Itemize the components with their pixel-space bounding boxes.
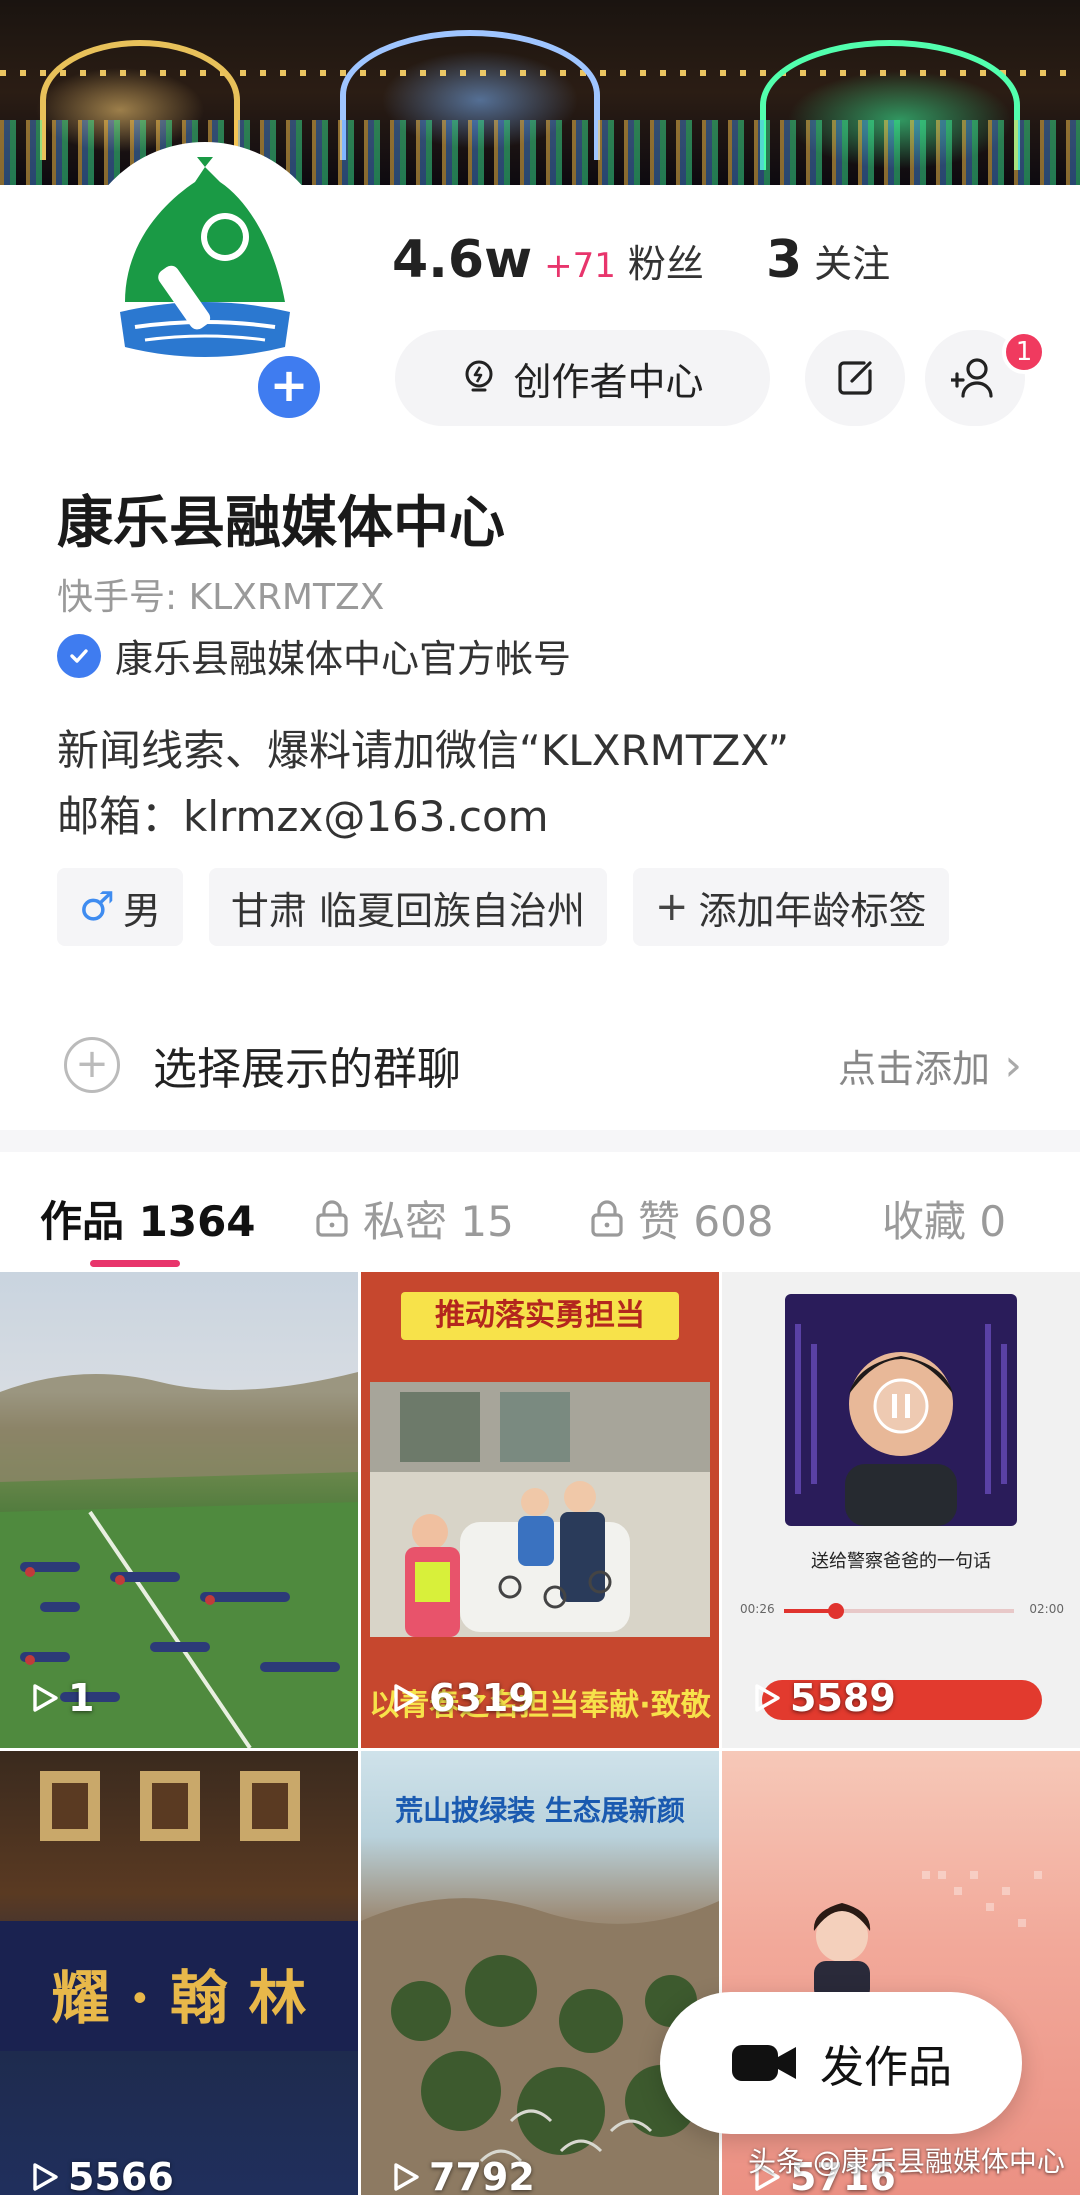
play-count-value: 5589 — [790, 1676, 896, 1720]
play-count: 6319 — [391, 1676, 535, 1720]
thumbnail-image — [370, 1382, 710, 1637]
location-tag[interactable]: 甘肃 临夏回族自治州 — [208, 868, 607, 946]
location-label: 甘肃 临夏回族自治州 — [230, 888, 585, 933]
progress-knob — [828, 1603, 844, 1619]
video-caption: 推动落实勇担当 — [401, 1292, 679, 1340]
watermark: 头条 @康乐县融媒体中心 — [748, 2145, 1065, 2178]
content-tabs: 作品 1364 私密 15 赞 608 收藏 0 — [0, 1152, 1080, 1272]
time-end: 02:00 — [1029, 1602, 1064, 1616]
thumbnail-image — [785, 1294, 1017, 1526]
lock-icon — [591, 1199, 623, 1237]
play-count-value: 5566 — [68, 2155, 174, 2195]
following-count[interactable]: 3 — [766, 230, 802, 290]
bio: 新闻线索、爆料请加微信“KLXRMTZX” 邮箱：klrmzx@163.com — [57, 718, 789, 850]
add-age-tag-button[interactable]: + 添加年龄标签 — [632, 868, 949, 946]
play-count: 5566 — [30, 2155, 174, 2195]
thumbnail-image — [361, 1898, 719, 2195]
plus-circle-icon: + — [64, 1037, 120, 1093]
edit-profile-button[interactable] — [805, 330, 905, 426]
video-caption: 荒山披绿装 生态展新颜 — [395, 1794, 685, 1827]
tab-favorites[interactable]: 收藏 0 — [882, 1188, 1006, 1249]
gender-label: 男 — [122, 888, 161, 933]
active-tab-indicator — [90, 1260, 180, 1267]
video-caption: 耀 · 翰 林 — [51, 1964, 307, 2032]
tab-likes[interactable]: 赞 608 — [590, 1188, 774, 1249]
video-thumbnail[interactable]: 1 — [0, 1272, 358, 1748]
play-icon — [394, 1684, 419, 1712]
account-id[interactable]: 快手号: KLXRMTZX — [57, 568, 384, 620]
verified-row[interactable]: 康乐县融媒体中心官方帐号 — [57, 628, 571, 683]
plus-icon: + — [654, 884, 689, 930]
video-thumbnail[interactable]: 耀 · 翰 林 5566 — [0, 1751, 358, 2195]
tab-private[interactable]: 私密 15 — [315, 1188, 514, 1249]
play-icon — [33, 1684, 58, 1712]
followers-label[interactable]: 粉丝 — [628, 233, 704, 288]
publish-label: 发作品 — [820, 2042, 952, 2093]
followers-delta: +71 — [544, 246, 616, 286]
followers-count[interactable]: 4.6w — [392, 230, 532, 290]
add-age-label: 添加年龄标签 — [698, 888, 927, 933]
profile-banner[interactable] — [0, 0, 1080, 185]
time-start: 00:26 — [740, 1602, 775, 1616]
chevron-right-icon: › — [1004, 1039, 1022, 1091]
add-user-icon — [951, 358, 993, 398]
following-label[interactable]: 关注 — [814, 233, 890, 288]
group-chat-label: 选择展示的群聊 — [153, 1044, 461, 1095]
video-caption: 送给警察爸爸的一句话 — [811, 1551, 991, 1572]
play-count: 7792 — [391, 2155, 535, 2195]
video-thumbnail[interactable]: 送给警察爸爸的一句话 00:26 02:00 5589 — [722, 1272, 1080, 1748]
gender-tag[interactable]: ♂ 男 — [57, 868, 183, 946]
male-icon: ♂ — [79, 884, 115, 930]
play-count: 1 — [30, 1676, 94, 1720]
play-icon — [755, 1684, 780, 1712]
verified-text: 康乐县融媒体中心官方帐号 — [115, 637, 572, 681]
tab-works[interactable]: 作品 1364 — [40, 1188, 256, 1249]
video-thumbnail[interactable]: 推动落实勇担当 以青春之名担当奉献·致敬 6319 — [361, 1272, 719, 1748]
play-count: 5589 — [752, 1676, 896, 1720]
stats-row: 4.6w +71 粉丝 3 关注 — [392, 230, 890, 290]
play-count-value: 6319 — [429, 1676, 535, 1720]
tab-label: 收藏 0 — [882, 1197, 1007, 1246]
edit-icon — [838, 361, 872, 395]
play-icon — [33, 2163, 58, 2191]
bio-line: 新闻线索、爆料请加微信“KLXRMTZX” — [57, 726, 790, 775]
video-thumbnail[interactable]: 荒山披绿装 生态展新颜 7792 — [361, 1751, 719, 2195]
creator-center-label: 创作者中心 — [513, 359, 704, 404]
play-count-value: 1 — [68, 1676, 95, 1720]
verified-check-icon — [57, 633, 101, 678]
tab-label: 作品 1364 — [40, 1197, 256, 1246]
notification-badge: 1 — [1002, 330, 1046, 374]
group-chat-row[interactable]: + 选择展示的群聊 点击添加 › — [0, 1010, 1080, 1120]
tab-label: 赞 608 — [638, 1197, 774, 1246]
avatar-add-button[interactable]: + — [252, 350, 326, 424]
profile-tags: ♂ 男 甘肃 临夏回族自治州 + 添加年龄标签 — [57, 868, 975, 946]
tab-label: 私密 15 — [363, 1197, 514, 1246]
progress-fill — [784, 1609, 834, 1613]
play-icon — [394, 2163, 419, 2191]
profile-name: 康乐县融媒体中心 — [57, 491, 505, 556]
creator-center-button[interactable]: 创作者中心 — [395, 330, 770, 426]
publish-button[interactable]: 发作品 — [660, 1992, 1022, 2134]
group-chat-add-link[interactable]: 点击添加 — [838, 1038, 990, 1093]
lock-icon — [316, 1199, 348, 1237]
video-camera-icon — [732, 2045, 796, 2081]
lightbulb-icon — [465, 360, 493, 392]
bio-line: 邮箱：klrmzx@163.com — [57, 792, 549, 841]
section-divider — [0, 1130, 1080, 1152]
play-count-value: 7792 — [429, 2155, 535, 2195]
